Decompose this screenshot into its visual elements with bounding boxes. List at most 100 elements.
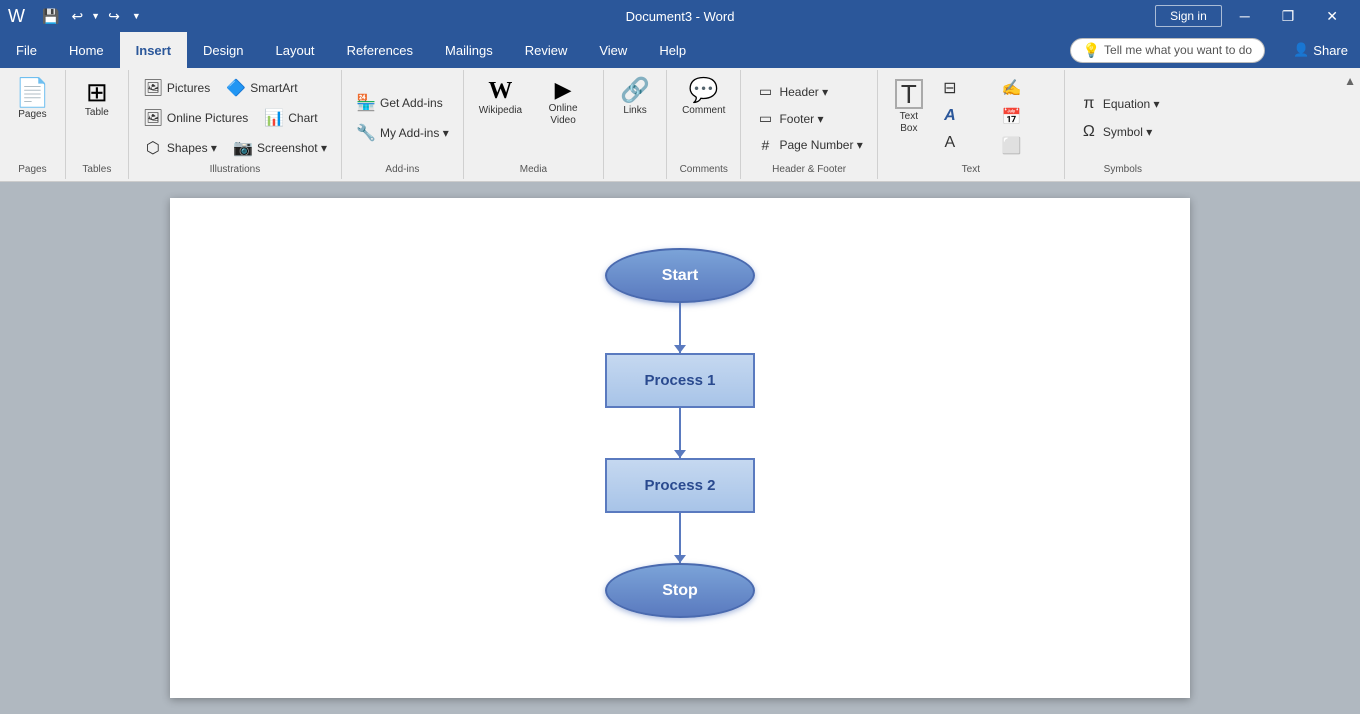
symbols-group-content: π Equation ▾ Ω Symbol ▾	[1073, 74, 1173, 162]
symbols-group-label: Symbols	[1104, 162, 1142, 175]
symbol-label: Symbol ▾	[1103, 125, 1152, 139]
tell-me-text: Tell me what you want to do	[1104, 43, 1252, 57]
footer-icon: ▭	[755, 110, 775, 127]
shapes-icon: ⬡	[143, 138, 163, 158]
tell-me-area: 💡 Tell me what you want to do	[702, 32, 1281, 68]
online-pictures-button[interactable]: 🖼 Online Pictures	[137, 104, 254, 132]
tables-group-content: ⊞ Table	[74, 74, 120, 162]
media-group-content: W Wikipedia ▶ Online Video	[472, 74, 595, 162]
close-button[interactable]: ✕	[1312, 4, 1352, 29]
omega-icon: Ω	[1079, 123, 1099, 141]
tab-file[interactable]: File	[0, 32, 53, 68]
ribbon-group-media: W Wikipedia ▶ Online Video Media	[464, 70, 604, 179]
footer-button[interactable]: ▭ Footer ▾	[749, 106, 849, 131]
undo-dropdown[interactable]: ▼	[90, 9, 101, 23]
dropcap-icon: A	[940, 134, 960, 152]
tab-mailings[interactable]: Mailings	[429, 32, 509, 68]
equation-button[interactable]: π Equation ▾	[1073, 91, 1173, 117]
shapes-button[interactable]: ⬡ Shapes ▾	[137, 134, 223, 162]
comment-icon: 💬	[689, 79, 719, 103]
store-icon: 🏪	[356, 93, 376, 113]
minimize-button[interactable]: ─	[1226, 4, 1264, 28]
ribbon-group-header-footer: ▭ Header ▾ ▭ Footer ▾ # Page Number ▾ He…	[741, 70, 877, 179]
header-icon: ▭	[755, 83, 775, 100]
online-pictures-label: Online Pictures	[167, 111, 248, 125]
tab-review[interactable]: Review	[509, 32, 584, 68]
ribbon-tabs-row: File Home Insert Design Layout Reference…	[0, 32, 1360, 68]
quick-parts-button[interactable]: ⊟	[934, 74, 994, 102]
pages-group-content: 📄 Pages	[8, 74, 57, 162]
ribbon-group-illustrations: 🖼 Pictures 🔷 SmartArt 🖼 Online Pictures …	[129, 70, 342, 179]
restore-button[interactable]: ❐	[1268, 4, 1309, 29]
tab-help[interactable]: Help	[643, 32, 702, 68]
table-label: Table	[85, 107, 109, 118]
tables-group-label: Tables	[82, 162, 111, 175]
textbox-label: TextBox	[900, 111, 918, 135]
header-label: Header ▾	[779, 85, 828, 99]
online-video-button[interactable]: ▶ Online Video	[531, 74, 595, 132]
my-addins-button[interactable]: 🔧 My Add-ins ▾	[350, 119, 455, 147]
flowchart-start: Start	[605, 248, 755, 303]
links-label: Links	[623, 105, 646, 116]
equation-label: Equation ▾	[1103, 97, 1160, 111]
textbox-button[interactable]: T TextBox	[886, 74, 932, 140]
header-button[interactable]: ▭ Header ▾	[749, 79, 849, 104]
save-button[interactable]: 💾	[37, 6, 64, 27]
page-number-button[interactable]: # Page Number ▾	[749, 133, 868, 157]
media-group-label: Media	[520, 162, 547, 175]
datetime-icon: 📅	[1002, 107, 1022, 127]
quick-access-toolbar: 💾 ↩ ▼ ↪ ▼	[37, 6, 146, 27]
tell-me-input[interactable]: 💡 Tell me what you want to do	[1070, 38, 1266, 63]
symbol-button[interactable]: Ω Symbol ▾	[1073, 119, 1173, 145]
illustrations-group-content: 🖼 Pictures 🔷 SmartArt 🖼 Online Pictures …	[137, 74, 333, 162]
tab-design[interactable]: Design	[187, 32, 259, 68]
screenshot-label: Screenshot ▾	[257, 141, 327, 155]
collapse-ribbon-button[interactable]: ▲	[1344, 74, 1356, 88]
wordart-button[interactable]: A	[934, 103, 994, 129]
wordart-icon: A	[940, 107, 960, 125]
connector-3	[679, 513, 681, 563]
undo-button[interactable]: ↩	[66, 6, 88, 27]
wikipedia-button[interactable]: W Wikipedia	[472, 74, 529, 121]
share-button[interactable]: 👤 Share	[1281, 32, 1360, 68]
dropcap-button[interactable]: A	[934, 130, 994, 156]
object-button[interactable]: ⬜	[996, 132, 1056, 160]
signline-icon: ✍	[1002, 78, 1022, 98]
object-icon: ⬜	[1002, 136, 1022, 156]
sign-in-button[interactable]: Sign in	[1155, 5, 1222, 27]
pages-label: Pages	[18, 109, 46, 120]
word-document: Start Process 1 Process 2 Stop	[170, 198, 1190, 698]
datetime-button[interactable]: 📅	[996, 103, 1056, 131]
document-title: Document3 - Word	[626, 9, 735, 24]
page-number-label: Page Number ▾	[779, 138, 862, 152]
chart-icon: 📊	[264, 108, 284, 128]
tab-insert[interactable]: Insert	[120, 32, 187, 68]
tab-view[interactable]: View	[583, 32, 643, 68]
signline-button[interactable]: ✍	[996, 74, 1056, 102]
screenshot-button[interactable]: 📷 Screenshot ▾	[227, 134, 333, 162]
quick-parts-icon: ⊟	[940, 78, 960, 98]
page-number-icon: #	[755, 137, 775, 153]
online-video-label: Online Video	[538, 103, 588, 127]
redo-button[interactable]: ↪	[103, 6, 125, 27]
table-button[interactable]: ⊞ Table	[74, 74, 120, 123]
comment-button[interactable]: 💬 Comment	[675, 74, 732, 121]
pages-button[interactable]: 📄 Pages	[8, 74, 57, 125]
tab-references[interactable]: References	[331, 32, 429, 68]
pictures-button[interactable]: 🖼 Pictures	[137, 74, 216, 102]
video-icon: ▶	[555, 79, 572, 101]
wikipedia-icon: W	[488, 79, 512, 103]
addins-group-content: 🏪 Get Add-ins 🔧 My Add-ins ▾	[350, 74, 455, 162]
chart-button[interactable]: 📊 Chart	[258, 104, 323, 132]
tab-home[interactable]: Home	[53, 32, 120, 68]
addins-group-label: Add-ins	[385, 162, 419, 175]
wikipedia-label: Wikipedia	[479, 105, 522, 116]
customize-button[interactable]: ▼	[127, 9, 146, 23]
links-group-content: 🔗 Links	[612, 74, 658, 173]
get-addins-button[interactable]: 🏪 Get Add-ins	[350, 89, 450, 117]
text-small-buttons2: ✍ 📅 ⬜	[996, 74, 1056, 160]
text-small-buttons: ⊟ A A	[934, 74, 994, 156]
smartart-button[interactable]: 🔷 SmartArt	[220, 74, 303, 102]
links-button[interactable]: 🔗 Links	[612, 74, 658, 121]
tab-layout[interactable]: Layout	[260, 32, 331, 68]
